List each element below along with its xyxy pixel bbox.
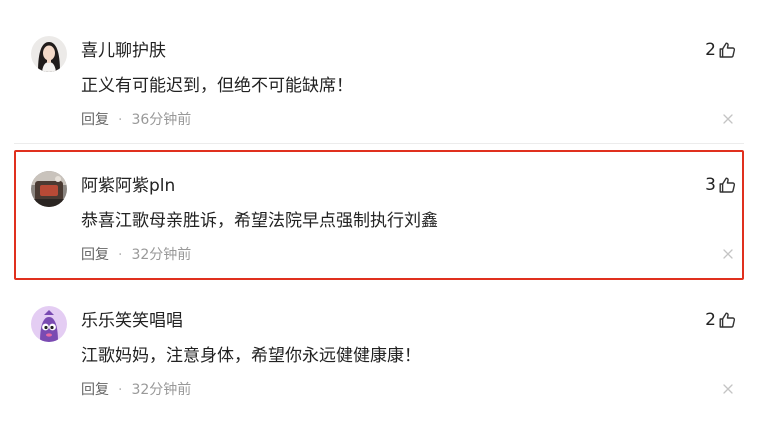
avatar[interactable]	[31, 306, 67, 342]
comment-item: 阿紫阿紫pln 3 恭喜江歌母亲胜诉，希望法院早点强制执行刘鑫 回复 · 32分钟前	[0, 153, 759, 273]
close-icon[interactable]	[722, 113, 734, 125]
comment-item: 乐乐笑笑唱唱 2 江歌妈妈，注意身体，希望你永远健健康康！ 回复 · 32分钟前	[0, 288, 759, 408]
reply-button[interactable]: 回复	[81, 247, 109, 263]
like-count: 3	[705, 175, 716, 195]
comment-username[interactable]: 喜儿聊护肤	[81, 41, 166, 61]
comment-time: 36分钟前	[131, 112, 192, 128]
comment-meta: 回复 · 32分钟前	[81, 246, 191, 264]
like-button[interactable]: 2	[705, 40, 736, 60]
avatar[interactable]	[31, 36, 67, 72]
meta-separator: ·	[118, 247, 123, 263]
reply-button[interactable]: 回复	[81, 112, 109, 128]
close-icon[interactable]	[722, 383, 734, 395]
like-count: 2	[705, 40, 716, 60]
comment-meta: 回复 · 36分钟前	[81, 111, 191, 129]
comment-text: 正义有可能迟到，但绝不可能缺席！	[81, 76, 353, 96]
like-button[interactable]: 2	[705, 310, 736, 330]
close-icon[interactable]	[722, 248, 734, 260]
comment-username[interactable]: 阿紫阿紫pln	[81, 176, 175, 196]
comment-text: 江歌妈妈，注意身体，希望你永远健健康康！	[81, 346, 421, 366]
like-button[interactable]: 3	[705, 175, 736, 195]
divider	[14, 143, 744, 144]
comment-time: 32分钟前	[131, 247, 192, 263]
comment-time: 32分钟前	[131, 382, 192, 398]
comment-text: 恭喜江歌母亲胜诉，希望法院早点强制执行刘鑫	[81, 211, 438, 231]
thumbs-up-icon[interactable]	[718, 176, 736, 194]
thumbs-up-icon[interactable]	[718, 41, 736, 59]
avatar[interactable]	[31, 171, 67, 207]
reply-button[interactable]: 回复	[81, 382, 109, 398]
comment-meta: 回复 · 32分钟前	[81, 381, 191, 399]
thumbs-up-icon[interactable]	[718, 311, 736, 329]
comment-username[interactable]: 乐乐笑笑唱唱	[81, 311, 183, 331]
meta-separator: ·	[118, 382, 123, 398]
like-count: 2	[705, 310, 716, 330]
comment-item: 喜儿聊护肤 2 正义有可能迟到，但绝不可能缺席！ 回复 · 36分钟前	[0, 18, 759, 138]
meta-separator: ·	[118, 112, 123, 128]
